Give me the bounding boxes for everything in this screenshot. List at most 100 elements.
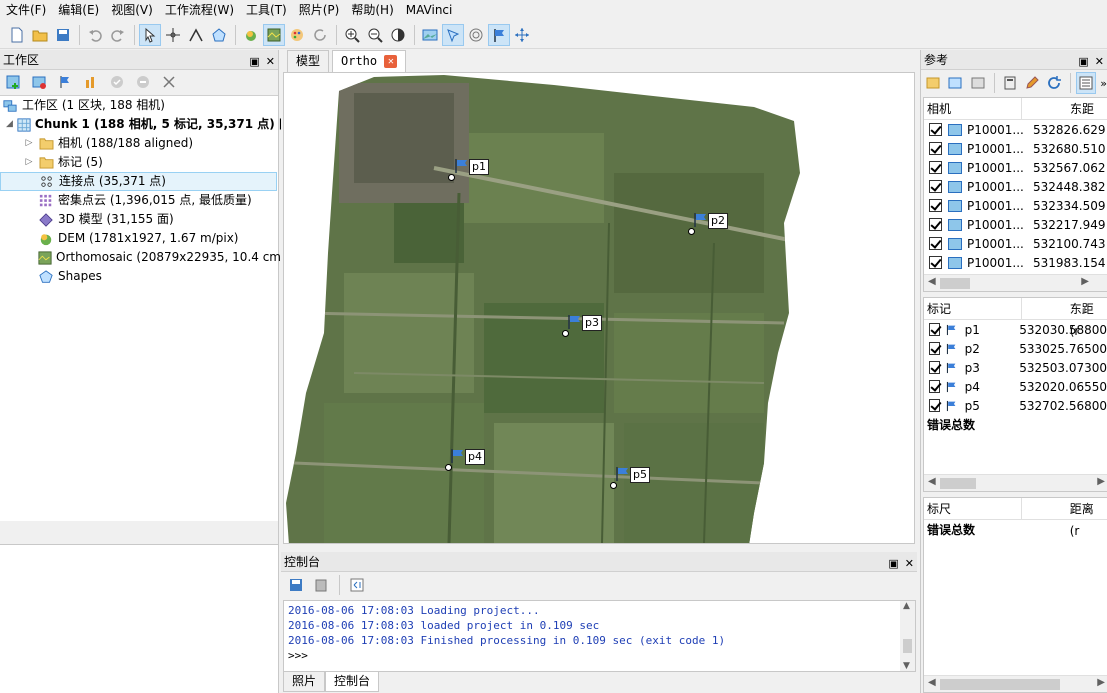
redo-button[interactable] xyxy=(107,24,129,46)
ruler-tool-button[interactable] xyxy=(185,24,207,46)
marker-row[interactable]: p4 532020.06550 xyxy=(924,377,1107,396)
save-log-button[interactable] xyxy=(285,574,307,596)
clear-log-button[interactable] xyxy=(310,574,332,596)
marker-flag-icon[interactable] xyxy=(567,314,583,330)
close-panel-icon[interactable]: ✕ xyxy=(905,554,914,574)
tab-model[interactable]: 模型 xyxy=(287,50,330,72)
cameras-hscrollbar[interactable]: ◀ ▶ xyxy=(924,274,1107,291)
move-tool-button[interactable] xyxy=(511,24,533,46)
collapse-arrow-icon[interactable]: ▷ xyxy=(24,153,34,172)
camera-checkbox[interactable] xyxy=(929,199,942,212)
marker-row[interactable]: p1 532030.58800 xyxy=(924,320,1107,339)
scroll-down-icon[interactable]: ▼ xyxy=(903,661,910,671)
add-chart-button[interactable] xyxy=(80,71,102,93)
marker-row[interactable]: p2 533025.76500 xyxy=(924,339,1107,358)
marker-tool-button[interactable] xyxy=(488,23,510,46)
menu-help[interactable]: 帮助(H) xyxy=(345,0,399,20)
scroll-right-icon[interactable]: ▶ xyxy=(1097,476,1105,487)
menu-tools[interactable]: 工具(T) xyxy=(240,0,293,20)
shapes-view-button[interactable] xyxy=(442,23,464,46)
new-project-button[interactable] xyxy=(6,24,28,46)
console-vscrollbar[interactable]: ▲ ▼ xyxy=(900,601,915,671)
undo-button[interactable] xyxy=(84,24,106,46)
close-panel-icon[interactable]: ✕ xyxy=(266,52,275,72)
camera-checkbox[interactable] xyxy=(929,237,942,250)
camera-checkbox[interactable] xyxy=(929,180,942,193)
remove-button[interactable] xyxy=(158,71,180,93)
marker-row[interactable]: p3 532503.07300 xyxy=(924,358,1107,377)
scroll-left-icon[interactable]: ◀ xyxy=(928,476,936,487)
scroll-thumb[interactable] xyxy=(903,639,912,653)
close-tab-icon[interactable]: ✕ xyxy=(384,55,398,68)
add-photos-button[interactable] xyxy=(28,71,50,93)
brightness-button[interactable] xyxy=(387,24,409,46)
tree-item-tie-points[interactable]: 连接点 (35,371 点) xyxy=(0,172,277,191)
tree-item-3d-model[interactable]: 3D 模型 (31,155 面) xyxy=(0,210,278,229)
add-markers-button[interactable] xyxy=(54,71,76,93)
scroll-left-icon[interactable]: ◀ xyxy=(928,276,936,287)
menu-view[interactable]: 视图(V) xyxy=(105,0,159,20)
open-project-button[interactable] xyxy=(29,24,51,46)
tree-item-dem[interactable]: DEM (1781x1927, 1.67 m/pix) xyxy=(0,229,278,248)
marker-checkbox[interactable] xyxy=(929,399,941,412)
scroll-up-icon[interactable]: ▲ xyxy=(903,601,910,611)
tree-item-shapes[interactable]: Shapes xyxy=(0,267,278,286)
camera-checkbox[interactable] xyxy=(929,142,942,155)
marker-flag-icon[interactable] xyxy=(454,158,470,174)
marker-checkbox[interactable] xyxy=(929,323,941,336)
column-header-camera[interactable]: 相机 xyxy=(924,98,1022,119)
column-header-easting[interactable]: 东距 xyxy=(1022,98,1094,119)
marker-checkbox[interactable] xyxy=(929,380,941,393)
scroll-right-icon[interactable]: ▶ xyxy=(1097,677,1105,688)
camera-row[interactable]: P10001... 531983.154 xyxy=(924,253,1107,272)
marker-point-p4[interactable] xyxy=(445,464,452,471)
column-header-easting[interactable]: 东距 (r xyxy=(1022,298,1107,338)
camera-checkbox[interactable] xyxy=(929,256,942,269)
image-view-button[interactable] xyxy=(419,24,441,46)
marker-row[interactable]: p5 532702.56800 xyxy=(924,396,1107,415)
column-header-scalebar[interactable]: 标尺 xyxy=(924,498,1022,519)
edit-button[interactable] xyxy=(1022,72,1042,94)
tree-workspace-root[interactable]: 工作区 (1 区块, 188 相机) xyxy=(0,96,278,115)
scroll-thumb[interactable] xyxy=(940,679,1060,690)
ortho-view-button[interactable] xyxy=(263,23,285,46)
float-panel-icon[interactable]: ▣ xyxy=(1078,52,1088,72)
marker-checkbox[interactable] xyxy=(929,342,941,355)
menu-edit[interactable]: 编辑(E) xyxy=(52,0,105,20)
marker-point-p3[interactable] xyxy=(562,330,569,337)
menu-photos[interactable]: 照片(P) xyxy=(293,0,346,20)
enable-button[interactable] xyxy=(106,71,128,93)
tree-chunk[interactable]: ◢ Chunk 1 (188 相机, 5 标记, 35,371 点) [R xyxy=(0,115,294,134)
tab-ortho[interactable]: Ortho ✕ xyxy=(332,50,407,72)
orthomosaic-image[interactable] xyxy=(284,73,915,544)
camera-row[interactable]: P10001... 532826.629 xyxy=(924,120,1107,139)
tree-item-cameras[interactable]: ▷ 相机 (188/188 aligned) xyxy=(0,134,278,153)
marker-flag-icon[interactable] xyxy=(615,466,631,482)
marker-point-p1[interactable] xyxy=(448,174,455,181)
add-chunk-button[interactable] xyxy=(2,71,24,93)
menu-workflow[interactable]: 工作流程(W) xyxy=(159,0,240,20)
zoom-out-button[interactable] xyxy=(364,24,386,46)
scroll-thumb[interactable] xyxy=(940,278,970,289)
export-reference-button[interactable] xyxy=(945,72,965,94)
scroll-thumb[interactable] xyxy=(940,478,976,489)
scalebars-hscrollbar[interactable]: ◀ ▶ xyxy=(924,675,1107,692)
ortho-viewport[interactable]: p1 p2 p3 p4 p5 xyxy=(283,72,915,544)
update-button[interactable] xyxy=(1044,72,1064,94)
menu-file[interactable]: 文件(F) xyxy=(0,0,52,20)
select-tool-button[interactable] xyxy=(139,23,161,46)
close-panel-icon[interactable]: ✕ xyxy=(1095,52,1104,72)
camera-row[interactable]: P10001... 532217.949 xyxy=(924,215,1107,234)
camera-row[interactable]: P10001... 532448.382 xyxy=(924,177,1107,196)
tree-item-dense-cloud[interactable]: 密集点云 (1,396,015 点, 最低质量) xyxy=(0,191,278,210)
dem-view-button[interactable] xyxy=(240,24,262,46)
overflow-icon[interactable]: » xyxy=(1100,77,1107,90)
float-panel-icon[interactable]: ▣ xyxy=(249,52,259,72)
disable-button[interactable] xyxy=(132,71,154,93)
scroll-left-icon[interactable]: ◀ xyxy=(928,677,936,688)
save-project-button[interactable] xyxy=(52,24,74,46)
run-script-button[interactable] xyxy=(346,574,368,596)
collapse-arrow-icon[interactable]: ▷ xyxy=(24,134,34,153)
camera-row[interactable]: P10001... 532334.509 xyxy=(924,196,1107,215)
marker-point-p5[interactable] xyxy=(610,482,617,489)
